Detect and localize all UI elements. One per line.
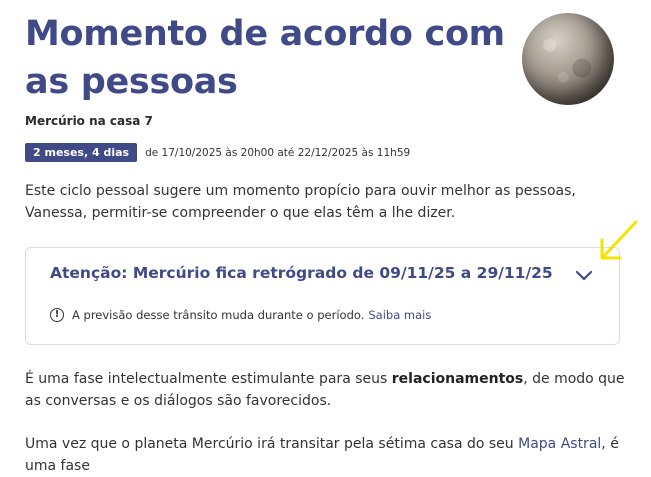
duration-badge: 2 meses, 4 dias — [25, 143, 138, 162]
alert-notice: ! A previsão desse trânsito muda durante… — [50, 308, 431, 322]
relationships-paragraph: É uma fase intelectualmente estimulante … — [25, 368, 625, 412]
transit-subtitle: Mercúrio na casa 7 — [25, 114, 153, 128]
p3-text-start: Uma vez que o planeta Mercúrio irá trans… — [25, 436, 519, 452]
notice-text: A previsão desse trânsito muda durante o… — [72, 308, 365, 322]
chevron-down-icon[interactable] — [575, 268, 593, 282]
duration-row: 2 meses, 4 dias de 17/10/2025 às 20h00 a… — [25, 143, 410, 162]
page-title: Momento de acordo com as pessoas — [25, 14, 505, 102]
alert-title[interactable]: Atenção: Mercúrio fica retrógrado de 09/… — [50, 264, 553, 282]
astral-map-link[interactable]: Mapa Astral — [518, 436, 601, 452]
learn-more-link[interactable]: Saiba mais — [368, 308, 431, 322]
info-icon: ! — [50, 308, 64, 322]
p2-text-start: É uma fase intelectualmente estimulante … — [25, 371, 392, 387]
annotation-arrow-icon — [600, 220, 638, 260]
p2-bold-text: relacionamentos — [391, 371, 524, 387]
mercury-planet-image — [522, 13, 614, 105]
retrograde-alert-card[interactable]: Atenção: Mercúrio fica retrógrado de 09/… — [25, 247, 620, 345]
mercury-paragraph: Uma vez que o planeta Mercúrio irá trans… — [25, 433, 625, 477]
date-range: de 17/10/2025 às 20h00 até 22/12/2025 às… — [145, 146, 411, 159]
intro-paragraph: Este ciclo pessoal sugere um momento pro… — [25, 183, 576, 221]
